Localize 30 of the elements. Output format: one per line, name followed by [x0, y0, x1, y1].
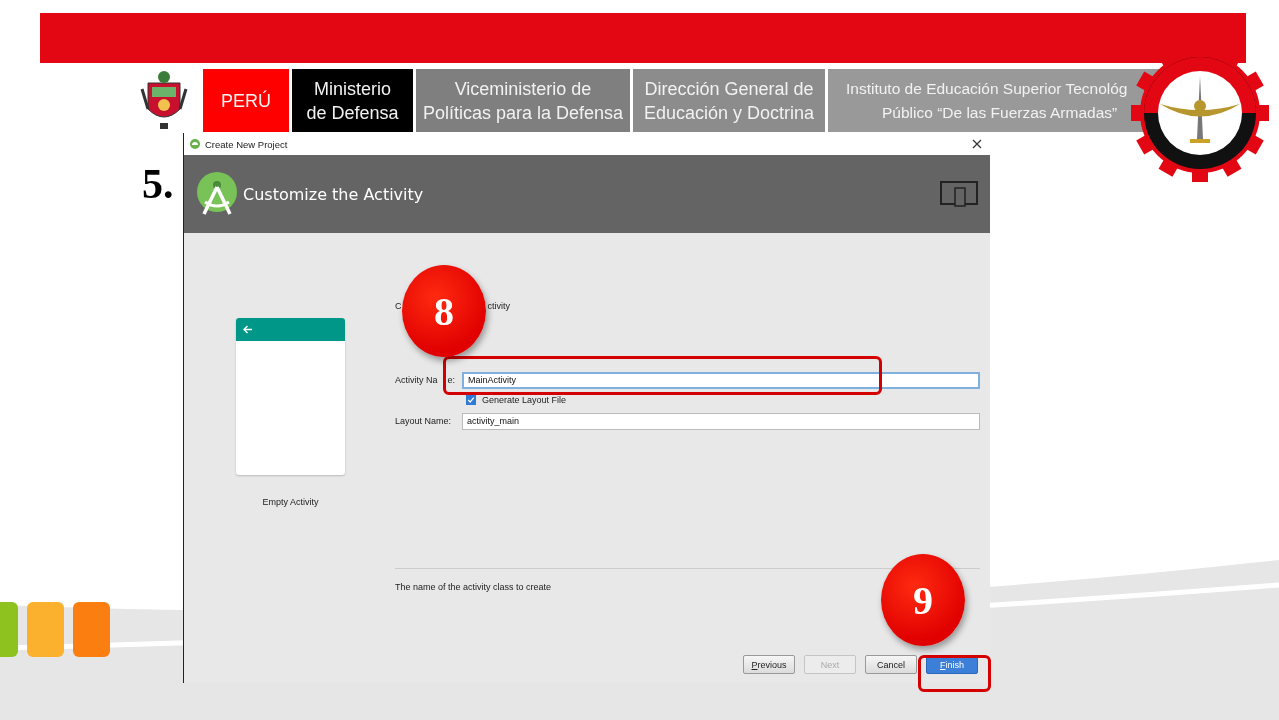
- accent-tile: [27, 602, 64, 657]
- checkbox-label: Generate Layout File: [482, 394, 567, 405]
- field-label: Layout Name:: [395, 416, 452, 426]
- devices-icon: [940, 181, 978, 207]
- help-text: The name of the activity class to create: [395, 582, 553, 592]
- template-name: Empty Activity: [261, 497, 320, 507]
- page-heading: Customize the Activity: [243, 184, 424, 204]
- android-head-icon: [190, 139, 200, 149]
- field-label: e:: [447, 375, 456, 385]
- step-number: 5.: [142, 160, 174, 208]
- text-field[interactable]: activity_main: [462, 412, 980, 430]
- field-label: Activity Na: [395, 375, 438, 385]
- header-box: Viceministerio de Políticas para la Defensa: [416, 69, 630, 132]
- description-text: ctivity: [487, 301, 510, 313]
- header-box: PERÚ: [203, 69, 289, 132]
- back-arrow-icon: [242, 324, 253, 335]
- accent-tile: [73, 602, 110, 657]
- dialog-button[interactable]: Cancel: [865, 655, 917, 674]
- window-title: Create New Project: [205, 138, 288, 150]
- text-field[interactable]: MainActivity: [462, 371, 980, 389]
- close-icon[interactable]: [970, 137, 984, 151]
- checkbox[interactable]: [466, 394, 476, 405]
- accent-tile: [0, 602, 18, 657]
- activity-preview-card[interactable]: [236, 318, 345, 475]
- coat-of-arms-icon: [140, 69, 188, 131]
- description-text: C: [395, 301, 402, 313]
- compass-logo-icon: [196, 172, 238, 216]
- dialog-button[interactable]: Previous: [743, 655, 795, 674]
- header-box: Dirección General de Educación y Doctrina: [633, 69, 825, 132]
- header-box: Ministerio de Defensa: [292, 69, 413, 132]
